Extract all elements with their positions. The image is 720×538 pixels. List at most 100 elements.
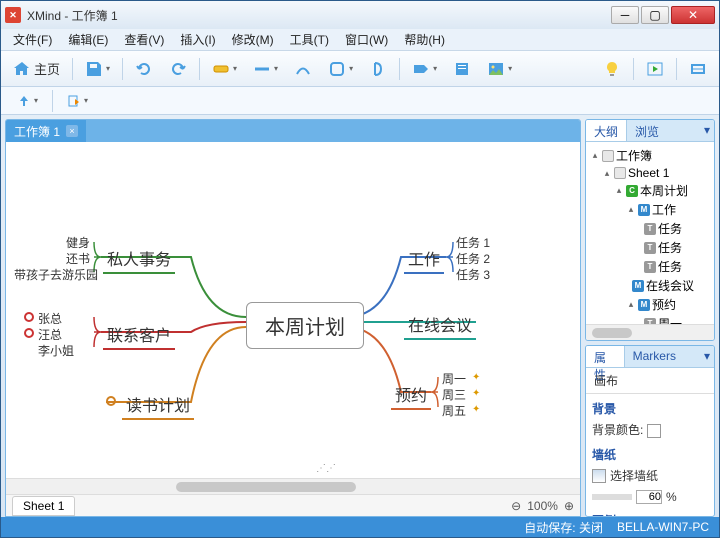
subtopic[interactable]: 周一 — [442, 370, 466, 387]
topic-contact[interactable]: 联系客户 — [103, 320, 175, 350]
tab-close-icon[interactable]: × — [66, 125, 78, 137]
relationship-button[interactable] — [288, 56, 318, 82]
tab-properties[interactable]: 属性 — [586, 346, 625, 367]
menu-tools[interactable]: 工具(T) — [284, 29, 335, 50]
tab-markers[interactable]: Markers — [625, 346, 684, 367]
menu-insert[interactable]: 插入(I) — [174, 29, 221, 50]
star-marker-icon[interactable]: ✦ — [472, 388, 480, 399]
menu-edit[interactable]: 编辑(E) — [62, 29, 114, 50]
select-wallpaper-button[interactable]: 选择墙纸 — [610, 467, 658, 484]
subtopic[interactable]: 任务 1 — [456, 234, 490, 251]
home-button[interactable]: 主页 — [7, 55, 66, 82]
properties-panel: 属性 Markers ▾ 画布 背景 背景颜色: 墙纸 — [585, 345, 715, 517]
tab-outline[interactable]: 大纲 — [586, 120, 627, 141]
share-button[interactable] — [683, 56, 713, 82]
tree-toggle[interactable]: ▴ — [614, 185, 624, 196]
star-marker-icon[interactable]: ✦ — [472, 404, 480, 415]
star-marker-icon[interactable]: ✦ — [472, 372, 480, 383]
menu-file[interactable]: 文件(F) — [7, 29, 58, 50]
maximize-button[interactable]: ▢ — [641, 6, 669, 24]
sheet-bar: Sheet 1 ⊖ 100% ⊕ — [6, 494, 580, 516]
zoom-level[interactable]: 100% — [527, 499, 558, 513]
subtopic[interactable]: 周三 — [442, 386, 466, 403]
scrollbar-thumb[interactable] — [176, 482, 356, 492]
canvas-handle-icon[interactable]: ⋰⋰ — [316, 463, 336, 474]
close-button[interactable]: ✕ — [671, 6, 715, 24]
tree-toggle[interactable]: ▴ — [602, 168, 612, 179]
save-button[interactable]: ▾ — [79, 56, 116, 82]
undo-button[interactable] — [129, 56, 159, 82]
boundary-button[interactable]: ▾ — [322, 56, 359, 82]
sheet-tab[interactable]: Sheet 1 — [12, 496, 75, 516]
subtopic[interactable]: 健身 — [66, 234, 90, 251]
tree-toggle[interactable]: ▴ — [626, 299, 636, 310]
topic-button[interactable]: ▾ — [206, 56, 243, 82]
subtopic[interactable]: 张总 — [38, 310, 62, 327]
outline-scrollbar[interactable] — [586, 324, 714, 340]
topic-meeting[interactable]: 在线会议 — [404, 310, 476, 340]
label-icon — [412, 60, 430, 78]
central-topic[interactable]: 本周计划 — [246, 302, 364, 349]
idea-button[interactable] — [597, 56, 627, 82]
subtopic-button[interactable]: ▾ — [247, 56, 284, 82]
app-icon: ✕ — [5, 7, 21, 23]
present-button[interactable] — [640, 56, 670, 82]
menu-view[interactable]: 查看(V) — [118, 29, 170, 50]
export-button[interactable]: ▾ — [61, 90, 94, 112]
zoom-out-button[interactable]: ⊖ — [511, 499, 521, 513]
subtopic[interactable]: 汪总 — [38, 326, 62, 343]
redo-button[interactable] — [163, 56, 193, 82]
priority-marker-icon[interactable] — [24, 312, 34, 322]
boundary-icon — [328, 60, 346, 78]
wallpaper-thumb-icon[interactable] — [592, 469, 606, 483]
menu-modify[interactable]: 修改(M) — [226, 29, 280, 50]
canvas-tabbar: 工作簿 1 × — [6, 120, 580, 142]
topic-reading[interactable]: 读书计划 — [122, 390, 194, 420]
label-button[interactable]: ▾ — [406, 56, 443, 82]
topic-work[interactable]: 工作 — [404, 244, 444, 274]
horizontal-scrollbar[interactable] — [6, 478, 580, 494]
drill-up-button[interactable]: ▾ — [11, 90, 44, 112]
priority-marker-icon[interactable] — [24, 328, 34, 338]
opacity-slider[interactable] — [592, 494, 632, 500]
subtopic[interactable]: 李小姐 — [38, 342, 74, 359]
tree-toggle[interactable]: ▴ — [626, 204, 636, 215]
wallpaper-section-label: 墙纸 — [592, 446, 708, 463]
subtopic[interactable]: 带孩子去游乐园 — [14, 266, 98, 283]
menu-window[interactable]: 窗口(W) — [339, 29, 394, 50]
subtopic[interactable]: 任务 2 — [456, 250, 490, 267]
tree-toggle[interactable]: ▴ — [590, 150, 600, 161]
canvas-panel: 工作簿 1 × — [5, 119, 581, 517]
note-button[interactable] — [447, 56, 477, 82]
topic-node-icon: T — [644, 318, 656, 325]
subtopic[interactable]: 还书 — [66, 250, 90, 267]
summary-button[interactable] — [363, 56, 393, 82]
zoom-in-button[interactable]: ⊕ — [564, 499, 574, 513]
workbook-tab[interactable]: 工作簿 1 × — [6, 120, 86, 143]
canvas-section-label: 画布 — [586, 368, 714, 394]
image-button[interactable]: ▾ — [481, 56, 518, 82]
main-node-icon: M — [638, 299, 650, 311]
bgcolor-swatch[interactable] — [647, 424, 661, 438]
panel-menu-icon[interactable]: ▾ — [700, 120, 714, 141]
window-title: XMind - 工作簿 1 — [27, 7, 611, 24]
secondary-toolbar: ▾ ▾ — [1, 87, 719, 115]
opacity-input[interactable] — [636, 490, 662, 504]
panel-menu-icon[interactable]: ▾ — [700, 346, 714, 367]
topic-personal[interactable]: 私人事务 — [103, 244, 175, 274]
mindmap-canvas[interactable]: 本周计划 私人事务 健身 还书 带孩子去游乐园 联系客户 张总 汪总 李小姐 读… — [6, 142, 580, 478]
save-icon — [85, 60, 103, 78]
topic-appointment[interactable]: 预约 — [391, 380, 431, 410]
computer-name: BELLA-WIN7-PC — [617, 520, 709, 534]
minimize-button[interactable]: ─ — [611, 6, 639, 24]
marker-icon[interactable] — [106, 396, 116, 406]
subtopic[interactable]: 周五 — [442, 402, 466, 419]
bg-section-label: 背景 — [592, 400, 708, 417]
tab-browse[interactable]: 浏览 — [627, 120, 667, 141]
subtopic[interactable]: 任务 3 — [456, 266, 490, 283]
home-icon — [13, 60, 31, 78]
menu-help[interactable]: 帮助(H) — [398, 29, 451, 50]
central-node-icon: C — [626, 185, 638, 197]
topic-node-icon: T — [644, 223, 656, 235]
main-toolbar: 主页 ▾ ▾ ▾ ▾ ▾ ▾ — [1, 51, 719, 87]
